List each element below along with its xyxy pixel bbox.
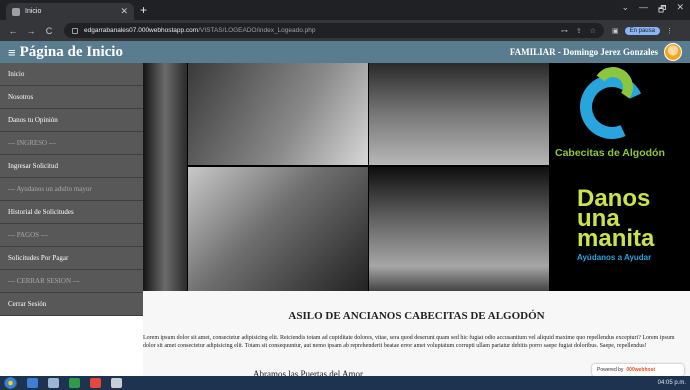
elder-photo-portrait [369, 63, 549, 165]
brand-name: Cabecitas de Algodón [555, 147, 665, 159]
window-controls: ⌄ — 🗗 ✕ [621, 2, 684, 18]
sidebar-item-cerrar-sesion[interactable]: Cerrar Sesión [0, 293, 143, 316]
browser-toolbar: ← → C edgarrabanales07.000webhostapp.com… [0, 20, 690, 41]
badge-label: Powered by [597, 367, 624, 373]
tab-search-icon[interactable]: ⌄ [621, 2, 629, 18]
profile-status-badge[interactable]: En pausa [624, 26, 660, 35]
sidebar-separator-pagos: --- PAGOS --- [0, 224, 143, 247]
sidebar-item-inicio[interactable]: Inicio [0, 63, 143, 86]
chrome-icon[interactable] [90, 378, 101, 388]
elder-photo-cap [369, 167, 549, 291]
sidebar-item-ingresar-solicitud[interactable]: Ingresar Solicitud [0, 155, 143, 178]
sidebar-separator-ingreso: --- INGRESO --- [0, 132, 143, 155]
content-paragraph: Lorem ipsum dolor sit amet, consectetur … [143, 335, 675, 349]
sidebar-separator-cerrar: --- CERRAR SESION --- [0, 270, 143, 293]
sidebar-item-opinion[interactable]: Danos tu Opinión [0, 109, 143, 132]
elder-photo-left [143, 63, 187, 291]
bookmark-star-icon[interactable]: ☆ [590, 27, 596, 35]
tab-title: Inicio [25, 8, 42, 15]
media-icon[interactable] [48, 378, 59, 388]
url-actions: ⊶ ⇪ ☆ [561, 27, 596, 35]
os-taskbar: 04:05 p.m. [0, 376, 690, 390]
share-icon[interactable]: ⇪ [576, 27, 582, 35]
brand-panel: Cabecitas de Algodón Danos una manita Ay… [549, 63, 690, 291]
minimize-icon[interactable]: — [639, 2, 648, 18]
forward-icon[interactable]: → [24, 26, 38, 36]
tab-close-icon[interactable]: ✕ [120, 6, 128, 17]
hamburger-menu-icon[interactable]: ≡ [8, 45, 16, 60]
elder-photo-sunglasses [188, 63, 368, 165]
elder-photo-harmonica [188, 167, 368, 291]
slogan-small: Ayúdanos a Ayudar [577, 253, 652, 262]
excel-icon[interactable] [69, 378, 80, 388]
sidebar-item-por-pagar[interactable]: Solicitudes Por Pagar [0, 247, 143, 270]
start-button-icon[interactable] [4, 377, 17, 389]
back-icon[interactable]: ← [6, 26, 20, 36]
close-window-icon[interactable]: ✕ [676, 2, 684, 18]
side-panel-icon[interactable]: ▣ [612, 27, 619, 35]
menu-kebab-icon[interactable]: ⋮ [666, 27, 673, 35]
content-heading: ASILO DE ANCIANOS CABECITAS DE ALGODÓN [288, 310, 545, 322]
profile-area[interactable]: ▣ En pausa ⋮ [612, 26, 673, 35]
favicon-icon [12, 7, 20, 16]
slogan-big: Danos una manita [577, 185, 655, 252]
badge-brand: 000webhost [626, 367, 656, 373]
lock-icon[interactable] [72, 27, 78, 34]
app-icon[interactable] [111, 378, 122, 388]
restore-icon[interactable]: 🗗 [658, 2, 666, 18]
url-path: /VISTAS/LOGEADO/index_Logeado.php [198, 27, 316, 34]
sidebar-separator-ayudanos: --- Ayudanos un adulto mayor [0, 178, 143, 201]
page-title: Página de Inicio [19, 43, 123, 60]
browser-tab[interactable]: Inicio ✕ [6, 3, 134, 20]
hosting-badge[interactable]: Powered by 000webhost [592, 364, 684, 376]
browser-tab-bar: Inicio ✕ + ⌄ — 🗗 ✕ [0, 0, 690, 20]
reload-icon[interactable]: C [42, 26, 56, 36]
url-host: edgarrabanales07.000webhostapp.com [84, 27, 199, 34]
address-bar[interactable]: edgarrabanales07.000webhostapp.com /VIST… [64, 23, 604, 38]
sidebar-item-historial[interactable]: Historial de Solicitudes [0, 201, 143, 224]
explorer-icon[interactable] [27, 378, 38, 388]
sidebar-menu: Inicio Nosotros Danos tu Opinión --- ING… [0, 63, 143, 316]
site-header: ≡ Página de Inicio FAMILIAR - Domingo Je… [0, 41, 690, 63]
new-tab-button[interactable]: + [140, 3, 147, 17]
sidebar-item-nosotros[interactable]: Nosotros [0, 86, 143, 109]
clock: 04:05 p.m. [657, 380, 686, 386]
key-icon[interactable]: ⊶ [561, 27, 568, 35]
avatar[interactable] [664, 43, 682, 61]
user-name: FAMILIAR - Domingo Jerez Gonzales [509, 47, 658, 57]
